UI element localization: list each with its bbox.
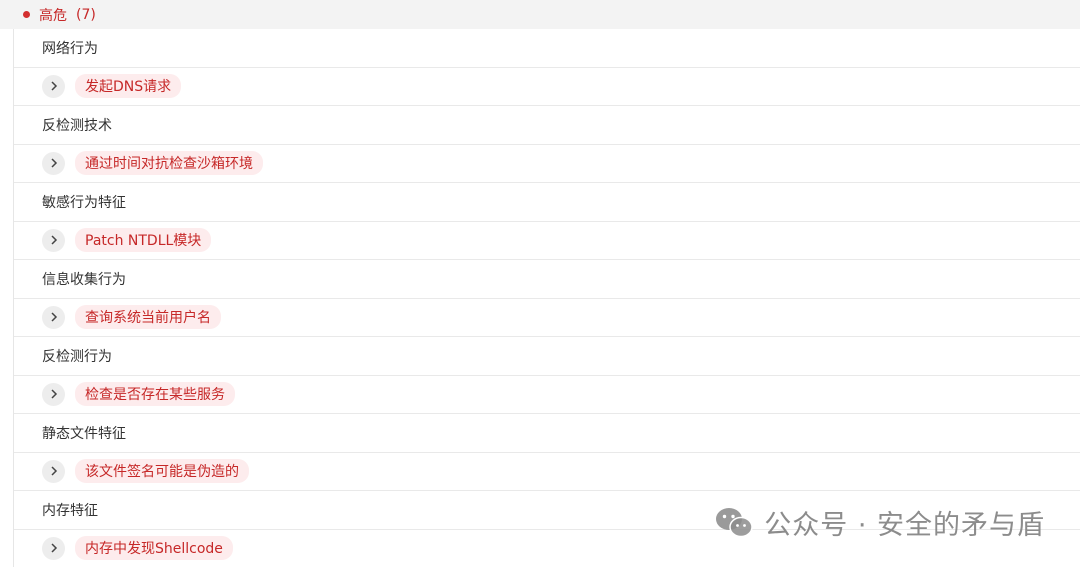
- category-label: 静态文件特征: [42, 425, 126, 442]
- report-page: 高危 (7) 网络行为 发起DNS请求 反检测技术 通过时间对抗检查沙箱环境 敏…: [0, 0, 1080, 567]
- wechat-icon: [716, 507, 753, 537]
- item-row[interactable]: 检查是否存在某些服务: [14, 376, 1080, 414]
- category-row: 网络行为: [14, 29, 1080, 68]
- category-label: 内存特征: [42, 502, 98, 519]
- behavior-list: 网络行为 发起DNS请求 反检测技术 通过时间对抗检查沙箱环境 敏感行为特征 P…: [13, 29, 1080, 567]
- behavior-tag[interactable]: 检查是否存在某些服务: [75, 382, 235, 407]
- category-row: 信息收集行为: [14, 260, 1080, 299]
- item-row[interactable]: 发起DNS请求: [14, 68, 1080, 106]
- item-row[interactable]: 查询系统当前用户名: [14, 299, 1080, 337]
- chevron-right-icon[interactable]: [42, 382, 65, 406]
- severity-count: (7): [76, 6, 96, 23]
- watermark: 公众号 · 安全的矛与盾: [714, 503, 1045, 542]
- category-row: 反检测技术: [14, 106, 1080, 145]
- item-row[interactable]: Patch NTDLL模块: [14, 222, 1080, 260]
- behavior-tag[interactable]: 通过时间对抗检查沙箱环境: [75, 151, 263, 176]
- severity-header[interactable]: 高危 (7): [0, 0, 1080, 29]
- item-row[interactable]: 该文件签名可能是伪造的: [14, 453, 1080, 491]
- severity-label: 高危: [39, 7, 67, 24]
- behavior-tag[interactable]: 该文件签名可能是伪造的: [75, 459, 249, 484]
- chevron-right-icon[interactable]: [42, 536, 65, 560]
- chevron-right-icon[interactable]: [42, 74, 65, 98]
- category-label: 信息收集行为: [42, 271, 126, 288]
- behavior-tag[interactable]: 内存中发现Shellcode: [75, 536, 233, 561]
- category-label: 反检测行为: [42, 348, 112, 365]
- category-row: 静态文件特征: [14, 414, 1080, 453]
- behavior-tag[interactable]: Patch NTDLL模块: [75, 228, 212, 253]
- category-label: 敏感行为特征: [42, 194, 126, 211]
- chevron-right-icon[interactable]: [42, 459, 65, 483]
- watermark-text: 公众号 · 安全的矛与盾: [764, 510, 1045, 541]
- category-label: 反检测技术: [42, 117, 112, 134]
- chevron-right-icon[interactable]: [42, 228, 65, 252]
- category-row: 敏感行为特征: [14, 183, 1080, 222]
- item-row[interactable]: 通过时间对抗检查沙箱环境: [14, 145, 1080, 183]
- behavior-tag[interactable]: 发起DNS请求: [75, 74, 182, 99]
- severity-dot-icon: [23, 11, 30, 18]
- chevron-right-icon[interactable]: [42, 305, 65, 329]
- category-row: 反检测行为: [14, 337, 1080, 376]
- behavior-tag[interactable]: 查询系统当前用户名: [75, 305, 221, 330]
- chevron-right-icon[interactable]: [42, 151, 65, 175]
- category-label: 网络行为: [42, 40, 98, 57]
